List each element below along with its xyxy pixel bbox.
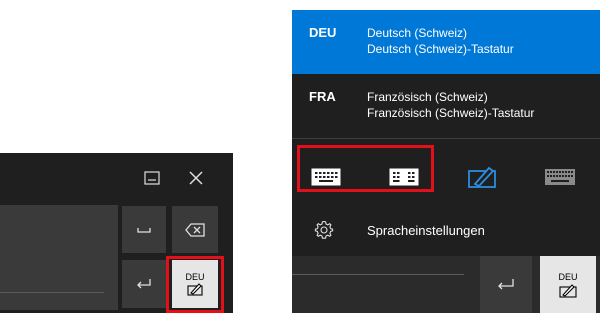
gear-icon xyxy=(314,220,334,239)
language-item-fra[interactable]: FRA Französisch (Schweiz) Französisch (S… xyxy=(292,74,600,138)
space-icon xyxy=(137,227,151,233)
language-code: DEU xyxy=(309,25,337,40)
keyboard-standard-icon xyxy=(311,168,341,186)
keyboard-layout-name: Französisch (Schweiz)-Tastatur xyxy=(367,106,535,120)
keyboard-title-bar xyxy=(0,153,233,203)
settings-label: Spracheinstellungen xyxy=(367,223,485,238)
keyboard-standard-button[interactable] xyxy=(304,160,348,194)
candidate-area xyxy=(0,205,118,310)
language-code-label: DEU xyxy=(558,271,578,282)
language-menu: DEU Deutsch (Schweiz) Deutsch (Schweiz)-… xyxy=(292,10,600,313)
backspace-icon xyxy=(185,222,205,237)
keyboard-split-button[interactable] xyxy=(382,160,426,194)
handwriting-button[interactable] xyxy=(460,158,504,196)
keyboard-split-icon xyxy=(389,168,419,186)
keyboard-layout-name: Deutsch (Schweiz)-Tastatur xyxy=(367,42,514,56)
enter-key[interactable] xyxy=(480,256,532,313)
handwriting-pen-icon xyxy=(187,283,203,296)
touch-keyboard-left: DEU xyxy=(0,153,233,313)
language-name: Deutsch (Schweiz) xyxy=(367,26,468,40)
keyboard-layout-row xyxy=(292,150,600,206)
enter-icon xyxy=(498,278,514,289)
keyboard-bottom-row: DEU xyxy=(292,256,600,313)
language-switch-key[interactable]: DEU xyxy=(172,260,218,308)
dock-keyboard-icon[interactable] xyxy=(140,166,164,190)
divider xyxy=(292,138,600,139)
language-code-label: DEU xyxy=(185,272,205,282)
backspace-key[interactable] xyxy=(172,206,218,253)
keyboard-full-icon xyxy=(545,169,575,185)
enter-icon xyxy=(137,279,151,289)
keyboard-full-button[interactable] xyxy=(538,160,582,194)
handwriting-pen-icon xyxy=(559,283,577,298)
language-item-deu[interactable]: DEU Deutsch (Schweiz) Deutsch (Schweiz)-… xyxy=(292,10,600,74)
language-code: FRA xyxy=(309,89,336,104)
close-icon[interactable] xyxy=(184,166,208,190)
enter-key[interactable] xyxy=(122,260,166,308)
handwriting-pen-icon xyxy=(468,166,496,188)
language-name: Französisch (Schweiz) xyxy=(367,90,488,104)
language-settings-item[interactable]: Spracheinstellungen xyxy=(292,206,600,256)
language-switch-key[interactable]: DEU xyxy=(540,256,596,313)
space-key[interactable] xyxy=(122,206,166,253)
